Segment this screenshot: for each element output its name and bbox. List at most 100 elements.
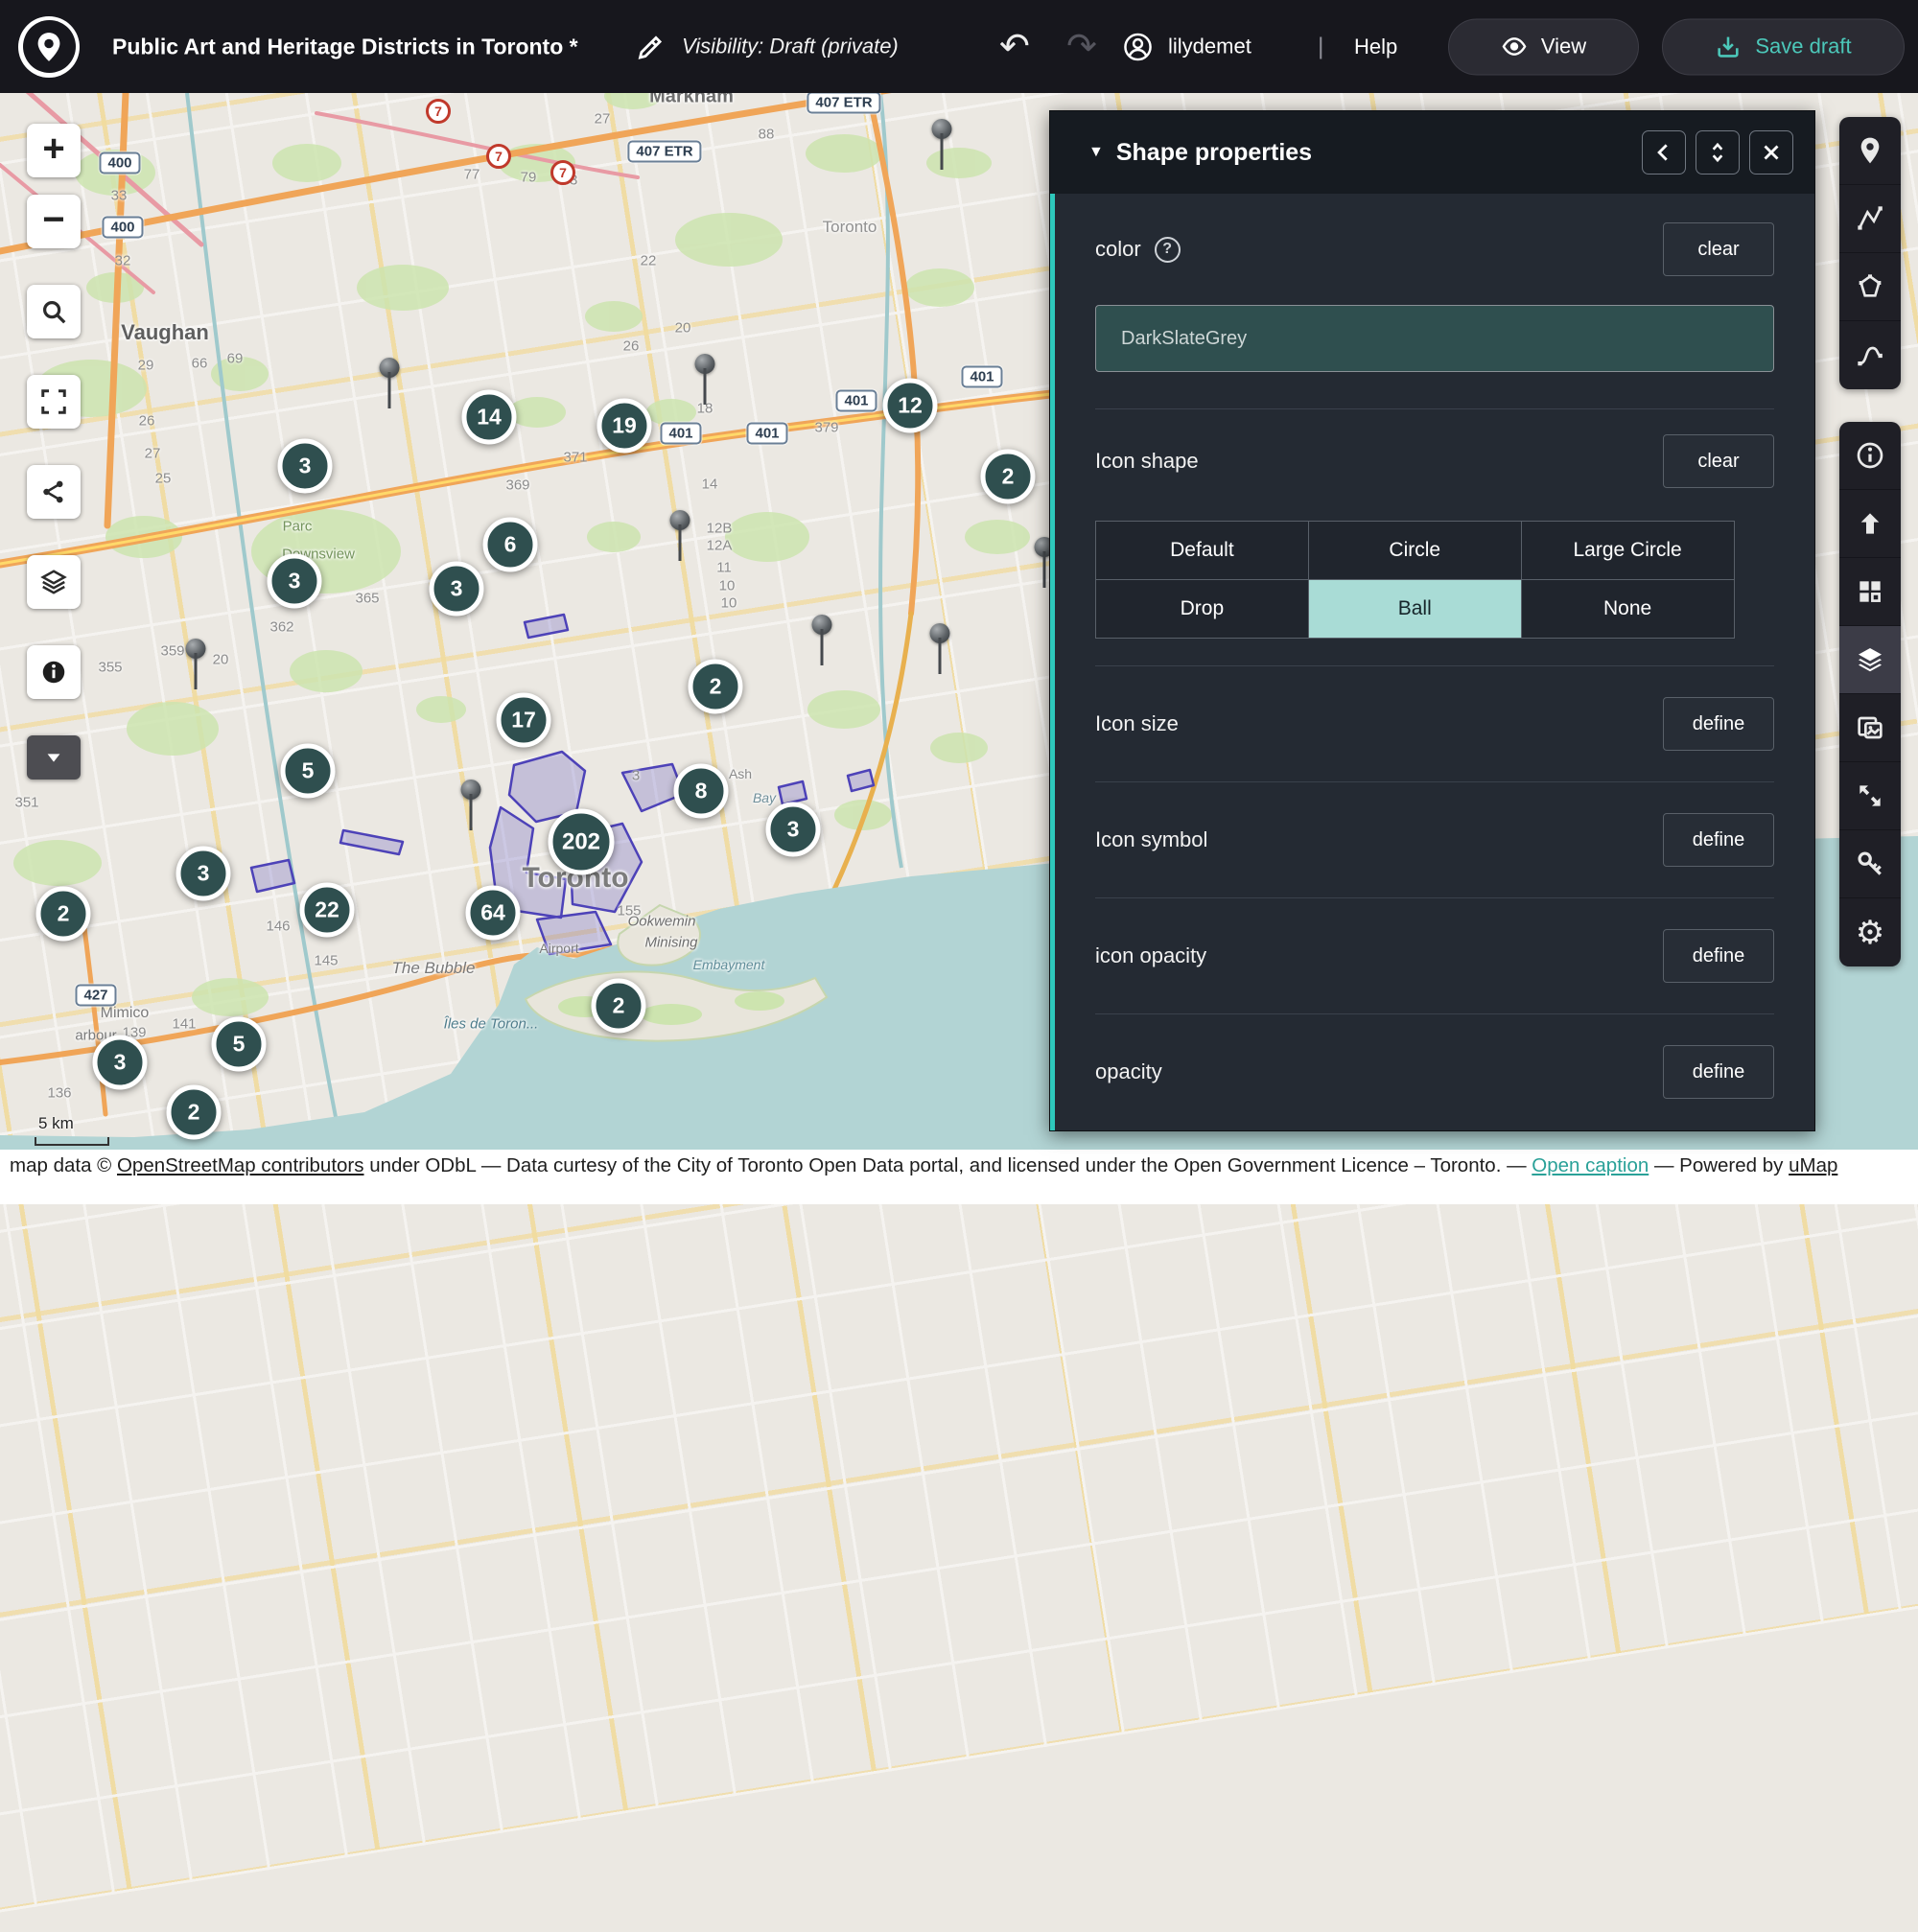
- cluster-marker[interactable]: 3: [278, 439, 333, 494]
- help-link[interactable]: Help: [1354, 35, 1397, 59]
- search-button[interactable]: [27, 285, 81, 338]
- cluster-marker[interactable]: 5: [281, 744, 336, 799]
- draw-curve-button[interactable]: [1839, 321, 1901, 389]
- undo-button[interactable]: ↶: [999, 29, 1030, 65]
- manage-layers-button[interactable]: [1839, 626, 1901, 694]
- map-pin[interactable]: [185, 639, 206, 696]
- map-pin[interactable]: [811, 615, 832, 672]
- edit-caption-button[interactable]: [1839, 694, 1901, 762]
- shape-option-drop[interactable]: Drop: [1095, 579, 1309, 639]
- save-draft-button[interactable]: Save draft: [1662, 18, 1905, 75]
- map-pin[interactable]: [929, 623, 950, 681]
- user-menu[interactable]: lilydemet: [1122, 31, 1251, 62]
- property-label: Icon size: [1095, 711, 1179, 736]
- road-number-label: 33: [111, 188, 128, 204]
- marker-icon: [1855, 135, 1885, 166]
- osm-contributors-link[interactable]: OpenStreetMap contributors: [117, 1154, 364, 1176]
- map-tiles-button[interactable]: [1839, 558, 1901, 626]
- share-button[interactable]: [27, 465, 81, 519]
- regional-road-shield: 7: [486, 144, 511, 169]
- map-place-label: The Bubble: [392, 959, 476, 978]
- cluster-marker[interactable]: 3: [430, 562, 484, 617]
- cluster-marker[interactable]: 3: [766, 803, 821, 857]
- map-pin[interactable]: [379, 358, 400, 415]
- panel-title[interactable]: ▼ Shape properties: [1088, 139, 1312, 167]
- save-draft-label: Save draft: [1755, 35, 1851, 59]
- cluster-marker[interactable]: 2: [36, 887, 91, 942]
- umap-link[interactable]: uMap: [1789, 1154, 1837, 1176]
- zoom-in-button[interactable]: +: [27, 124, 81, 177]
- cluster-marker[interactable]: 2: [592, 979, 646, 1034]
- permissions-button[interactable]: [1839, 830, 1901, 898]
- view-button[interactable]: View: [1448, 18, 1639, 75]
- draw-polygon-button[interactable]: [1839, 253, 1901, 321]
- cluster-marker[interactable]: 6: [483, 518, 538, 572]
- road-number-label: 379: [814, 420, 838, 436]
- panel-back-button[interactable]: [1642, 130, 1686, 175]
- road-number-label: 141: [172, 1016, 196, 1033]
- redo-button[interactable]: ↷: [1066, 29, 1097, 65]
- polygon-icon: [1855, 271, 1885, 302]
- define-button[interactable]: define: [1663, 929, 1774, 983]
- cluster-marker[interactable]: 17: [497, 693, 551, 748]
- shape-option-large-circle[interactable]: Large Circle: [1521, 521, 1735, 580]
- map-settings-button[interactable]: ⚙: [1839, 898, 1901, 966]
- help-icon[interactable]: ?: [1155, 237, 1181, 263]
- more-controls-button[interactable]: [27, 735, 81, 780]
- cluster-marker[interactable]: 14: [462, 390, 517, 445]
- define-button[interactable]: define: [1663, 813, 1774, 867]
- color-clear-button[interactable]: clear: [1663, 222, 1774, 276]
- shape-option-ball[interactable]: Ball: [1308, 579, 1522, 639]
- cluster-marker[interactable]: 22: [300, 883, 355, 938]
- map-pin[interactable]: [694, 354, 715, 411]
- cluster-marker[interactable]: 3: [176, 847, 231, 901]
- panel-close-button[interactable]: [1749, 130, 1793, 175]
- regional-road-shield: 7: [426, 99, 451, 124]
- map-pin[interactable]: [931, 119, 952, 176]
- cluster-marker[interactable]: 5: [212, 1017, 267, 1072]
- road-number-label: 20: [675, 320, 691, 337]
- cluster-marker[interactable]: 12: [883, 379, 938, 433]
- import-data-button[interactable]: [1839, 490, 1901, 558]
- about-button[interactable]: [27, 645, 81, 699]
- visibility-status: Visibility: Draft (private): [682, 35, 899, 59]
- scale-label: 5 km: [38, 1114, 74, 1133]
- shape-option-circle[interactable]: Circle: [1308, 521, 1522, 580]
- tiles-icon: [1855, 576, 1885, 607]
- color-value-field[interactable]: DarkSlateGrey: [1095, 305, 1774, 372]
- panel-resize-button[interactable]: [1696, 130, 1740, 175]
- map-about-button[interactable]: [1839, 422, 1901, 490]
- zoom-out-button-label: −: [42, 200, 64, 239]
- center-map-button[interactable]: [1839, 762, 1901, 830]
- cluster-marker[interactable]: 19: [597, 399, 652, 454]
- shape-option-none[interactable]: None: [1521, 579, 1735, 639]
- define-button[interactable]: define: [1663, 1045, 1774, 1099]
- panel-property-row: Icon symboldefine: [1095, 781, 1774, 897]
- cluster-marker[interactable]: 8: [674, 764, 729, 819]
- icon-shape-clear-button[interactable]: clear: [1663, 434, 1774, 488]
- map-pin[interactable]: [669, 510, 690, 568]
- open-caption-link[interactable]: Open caption: [1532, 1154, 1649, 1176]
- road-number-label: 66: [192, 356, 208, 372]
- draw-marker-button[interactable]: [1839, 117, 1901, 185]
- key-icon: [1855, 849, 1885, 879]
- cluster-marker[interactable]: 202: [549, 809, 615, 875]
- zoom-out-button[interactable]: −: [27, 195, 81, 248]
- fullscreen-button[interactable]: [27, 375, 81, 429]
- map-title[interactable]: Public Art and Heritage Districts in Tor…: [112, 34, 578, 59]
- road-number-label: 69: [227, 351, 244, 367]
- cluster-marker[interactable]: 2: [689, 660, 743, 714]
- cluster-marker[interactable]: 2: [167, 1085, 222, 1140]
- map-pin[interactable]: [460, 780, 481, 837]
- umap-logo[interactable]: [18, 16, 80, 78]
- panel-property-row: opacitydefine: [1095, 1013, 1774, 1129]
- cluster-marker[interactable]: 3: [268, 554, 322, 609]
- define-button[interactable]: define: [1663, 697, 1774, 751]
- visibility-group[interactable]: Visibility: Draft (private): [635, 31, 899, 62]
- draw-polyline-button[interactable]: [1839, 185, 1901, 253]
- cluster-marker[interactable]: 64: [466, 886, 521, 941]
- cluster-marker[interactable]: 2: [981, 450, 1036, 504]
- cluster-marker[interactable]: 3: [93, 1036, 148, 1090]
- layers-button[interactable]: [27, 555, 81, 609]
- shape-option-default[interactable]: Default: [1095, 521, 1309, 580]
